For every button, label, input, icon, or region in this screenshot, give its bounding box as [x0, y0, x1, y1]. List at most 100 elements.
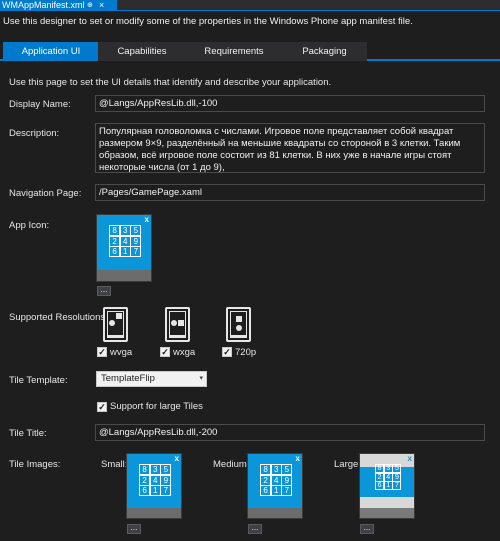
- tile-template-value: TemplateFlip: [101, 373, 155, 384]
- grid-digit: 9: [160, 474, 172, 486]
- remove-icon[interactable]: x: [175, 454, 179, 464]
- page-intro: Use this page to set the UI details that…: [9, 77, 332, 88]
- sudoku-grid-icon: 835249617: [260, 464, 293, 497]
- sudoku-grid-icon: 835249617: [139, 464, 172, 497]
- large-tile-browse-button[interactable]: ...: [360, 524, 374, 534]
- wvga-phone-icon: [103, 307, 128, 342]
- 720p-label: 720p: [235, 347, 257, 358]
- supported-resolutions-label: Supported Resolutions:: [9, 312, 108, 323]
- grid-digit: 3: [149, 464, 161, 476]
- tile-title-strip: [127, 508, 181, 518]
- tile-template-label: Tile Template:: [9, 375, 68, 386]
- grid-digit: 6: [139, 485, 151, 497]
- grid-digit: 1: [119, 246, 131, 258]
- tile-title-label: Tile Title:: [9, 428, 47, 439]
- app-icon-label: App Icon:: [9, 220, 50, 231]
- small-tile-browse-button[interactable]: ...: [127, 524, 141, 534]
- wvga-checkbox[interactable]: ✓: [97, 347, 107, 357]
- medium-tile-browse-button[interactable]: ...: [248, 524, 262, 534]
- grid-digit: 2: [109, 235, 121, 247]
- wxga-label: wxga: [173, 347, 196, 358]
- medium-tile-image[interactable]: x 835249617: [247, 453, 303, 519]
- grid-digit: 7: [160, 485, 172, 497]
- designer-tab-strip: Application UI Capabilities Requirements…: [0, 42, 500, 61]
- remove-icon[interactable]: x: [296, 454, 300, 464]
- grid-digit: 7: [281, 485, 293, 497]
- grid-digit: 7: [392, 481, 402, 491]
- grid-digit: 5: [281, 464, 293, 476]
- grid-digit: 4: [270, 474, 282, 486]
- tile-title-strip: [360, 508, 414, 518]
- navigation-page-input[interactable]: /Pages/GamePage.xaml: [95, 184, 485, 201]
- grid-digit: 3: [270, 464, 282, 476]
- sudoku-grid-icon: 835249617: [109, 225, 142, 258]
- grid-digit: 8: [260, 464, 272, 476]
- close-icon[interactable]: ×: [99, 0, 104, 11]
- document-tab-title: WMAppManifest.xml: [2, 0, 85, 10]
- large-tiles-label: Support for large Tiles: [110, 401, 203, 412]
- phone-bar: [169, 335, 186, 338]
- grid-digit: 2: [139, 474, 151, 486]
- phone-bar: [230, 335, 247, 338]
- grid-digit: 5: [160, 464, 172, 476]
- document-tab-bar: WMAppManifest.xml ⊕ ×: [0, 0, 500, 11]
- icon-title-strip: [97, 270, 151, 281]
- phone-shape: [236, 316, 242, 322]
- tab-packaging[interactable]: Packaging: [282, 42, 367, 61]
- tab-requirements[interactable]: Requirements: [185, 42, 283, 61]
- phone-screen: [107, 311, 124, 336]
- grid-digit: 2: [260, 474, 272, 486]
- small-tile-image[interactable]: x 835249617: [126, 453, 182, 519]
- navigation-page-label: Navigation Page:: [9, 188, 82, 199]
- grid-digit: 4: [119, 235, 131, 247]
- chevron-down-icon: ▾: [199, 375, 203, 382]
- grid-digit: 3: [119, 225, 131, 237]
- phone-screen: [230, 311, 247, 336]
- grid-digit: 1: [149, 485, 161, 497]
- phone-shape: [116, 313, 122, 319]
- grid-digit: 6: [260, 485, 272, 497]
- tile-title-input[interactable]: @Langs/AppResLib.dll,-200: [95, 424, 485, 441]
- tab-application-ui[interactable]: Application UI: [3, 42, 99, 61]
- remove-icon[interactable]: x: [408, 454, 412, 464]
- grid-digit: 5: [130, 225, 142, 237]
- grid-digit: 4: [149, 474, 161, 486]
- sudoku-grid-icon: 835249617: [375, 464, 402, 491]
- 720p-checkbox[interactable]: ✓: [222, 347, 232, 357]
- remove-icon[interactable]: x: [145, 215, 149, 225]
- phone-screen: [169, 311, 186, 336]
- designer-description: Use this designer to set or modify some …: [3, 16, 413, 27]
- small-tile-label: Small:: [101, 459, 128, 470]
- description-label: Description:: [9, 128, 60, 139]
- display-name-input[interactable]: @Langs/AppResLib.dll,-100: [95, 95, 485, 112]
- wvga-label: wvga: [110, 347, 133, 358]
- grid-digit: 8: [139, 464, 151, 476]
- phone-bar: [107, 335, 124, 338]
- grid-digit: 7: [130, 246, 142, 258]
- app-icon-browse-button[interactable]: ...: [97, 286, 111, 296]
- tile-template-select[interactable]: TemplateFlip ▾: [96, 371, 207, 387]
- description-input[interactable]: Популярная головоломка с числами. Игрово…: [95, 123, 485, 173]
- tile-images-label: Tile Images:: [9, 459, 61, 470]
- pin-icon[interactable]: ⊕: [87, 0, 93, 11]
- 720p-phone-icon: [226, 307, 251, 342]
- tile-title-strip: [248, 508, 302, 518]
- document-tab[interactable]: WMAppManifest.xml ⊕ ×: [0, 0, 117, 11]
- large-tile-label: Large:: [334, 459, 361, 470]
- phone-shape: [171, 320, 177, 326]
- display-name-label: Display Name:: [9, 99, 71, 110]
- grid-digit: 9: [130, 235, 142, 247]
- grid-digit: 1: [270, 485, 282, 497]
- large-tiles-checkbox[interactable]: ✓: [97, 402, 107, 412]
- phone-shape: [109, 320, 115, 326]
- grid-digit: 6: [109, 246, 121, 258]
- wxga-checkbox[interactable]: ✓: [160, 347, 170, 357]
- app-icon-image[interactable]: x 835249617: [96, 214, 152, 282]
- medium-tile-label: Medium:: [213, 459, 250, 470]
- grid-digit: 8: [109, 225, 121, 237]
- phone-shape: [178, 320, 184, 326]
- grid-digit: 9: [281, 474, 293, 486]
- wxga-phone-icon: [165, 307, 190, 342]
- tab-capabilities[interactable]: Capabilities: [98, 42, 186, 61]
- large-tile-image[interactable]: x 835249617: [359, 453, 415, 519]
